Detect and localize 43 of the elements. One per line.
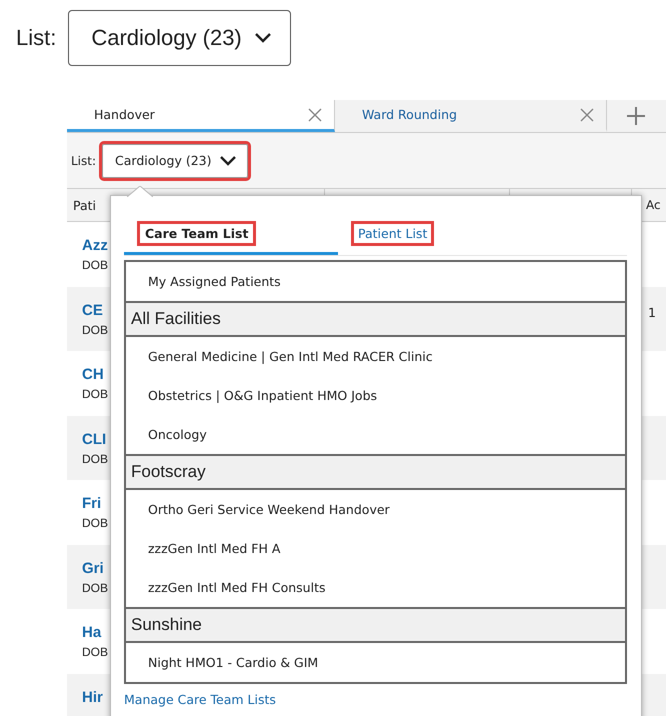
list-label: List: bbox=[71, 154, 96, 168]
dob-label: DOB bbox=[82, 322, 108, 336]
manage-lists-link[interactable]: Manage Care Team Lists bbox=[124, 692, 276, 707]
column-header: Ac bbox=[646, 198, 661, 212]
highlight-frame: Patient List bbox=[354, 224, 432, 243]
list-item[interactable]: zzzGen Intl Med FH A bbox=[126, 529, 625, 568]
list-label: List: bbox=[16, 25, 56, 51]
close-icon[interactable] bbox=[308, 108, 322, 122]
chevron-down-icon bbox=[219, 154, 238, 166]
dob-label: DOB bbox=[82, 387, 108, 401]
add-tab-icon[interactable] bbox=[627, 107, 645, 125]
dob-label: DOB bbox=[82, 258, 108, 272]
chevron-down-icon bbox=[254, 32, 272, 44]
dob-label: DOB bbox=[82, 516, 108, 530]
patient-name[interactable]: Azz bbox=[82, 237, 108, 254]
popup-tab[interactable]: Patient List bbox=[338, 215, 538, 255]
patient-name[interactable]: CH bbox=[82, 366, 108, 383]
list-item[interactable]: Obstetrics | O&G Inpatient HMO Jobs bbox=[126, 376, 625, 415]
patient-name[interactable]: Ha bbox=[82, 624, 108, 641]
list-item[interactable]: Ortho Geri Service Weekend Handover bbox=[126, 490, 625, 529]
dob-label: DOB bbox=[82, 452, 108, 466]
tab[interactable]: Handover bbox=[67, 100, 335, 132]
list-item[interactable]: General Medicine | Gen Intl Med RACER Clinic bbox=[126, 337, 625, 376]
table-cell-text: 1 bbox=[648, 304, 657, 322]
list-item[interactable]: Night HMO1 - Cardio & GIM bbox=[126, 643, 625, 682]
patient-name[interactable]: Gri bbox=[82, 560, 108, 576]
dob-label: DOB bbox=[82, 580, 108, 594]
patient-name[interactable]: CE bbox=[82, 302, 108, 318]
dob-label: DOB bbox=[82, 645, 108, 659]
list-item[interactable]: My Assigned Patients bbox=[126, 262, 625, 301]
group-header: Sunshine bbox=[126, 607, 625, 643]
patient-name[interactable]: Hir bbox=[82, 688, 103, 706]
group-header: All Facilities bbox=[126, 301, 625, 337]
popup-tab[interactable]: Care Team List bbox=[124, 215, 338, 255]
highlight-frame: Care Team List bbox=[140, 224, 254, 243]
group-header: Footscray bbox=[126, 454, 625, 490]
column-header: Pati bbox=[73, 198, 96, 213]
list-item[interactable]: zzzGen Intl Med FH Consults bbox=[126, 568, 625, 607]
patient-name[interactable]: CLI bbox=[82, 430, 108, 448]
list-dropdown[interactable]: Cardiology (23) bbox=[68, 10, 291, 66]
patient-name[interactable]: Fri bbox=[82, 495, 108, 512]
list-item[interactable]: Oncology bbox=[126, 415, 625, 454]
close-icon[interactable] bbox=[580, 108, 594, 122]
